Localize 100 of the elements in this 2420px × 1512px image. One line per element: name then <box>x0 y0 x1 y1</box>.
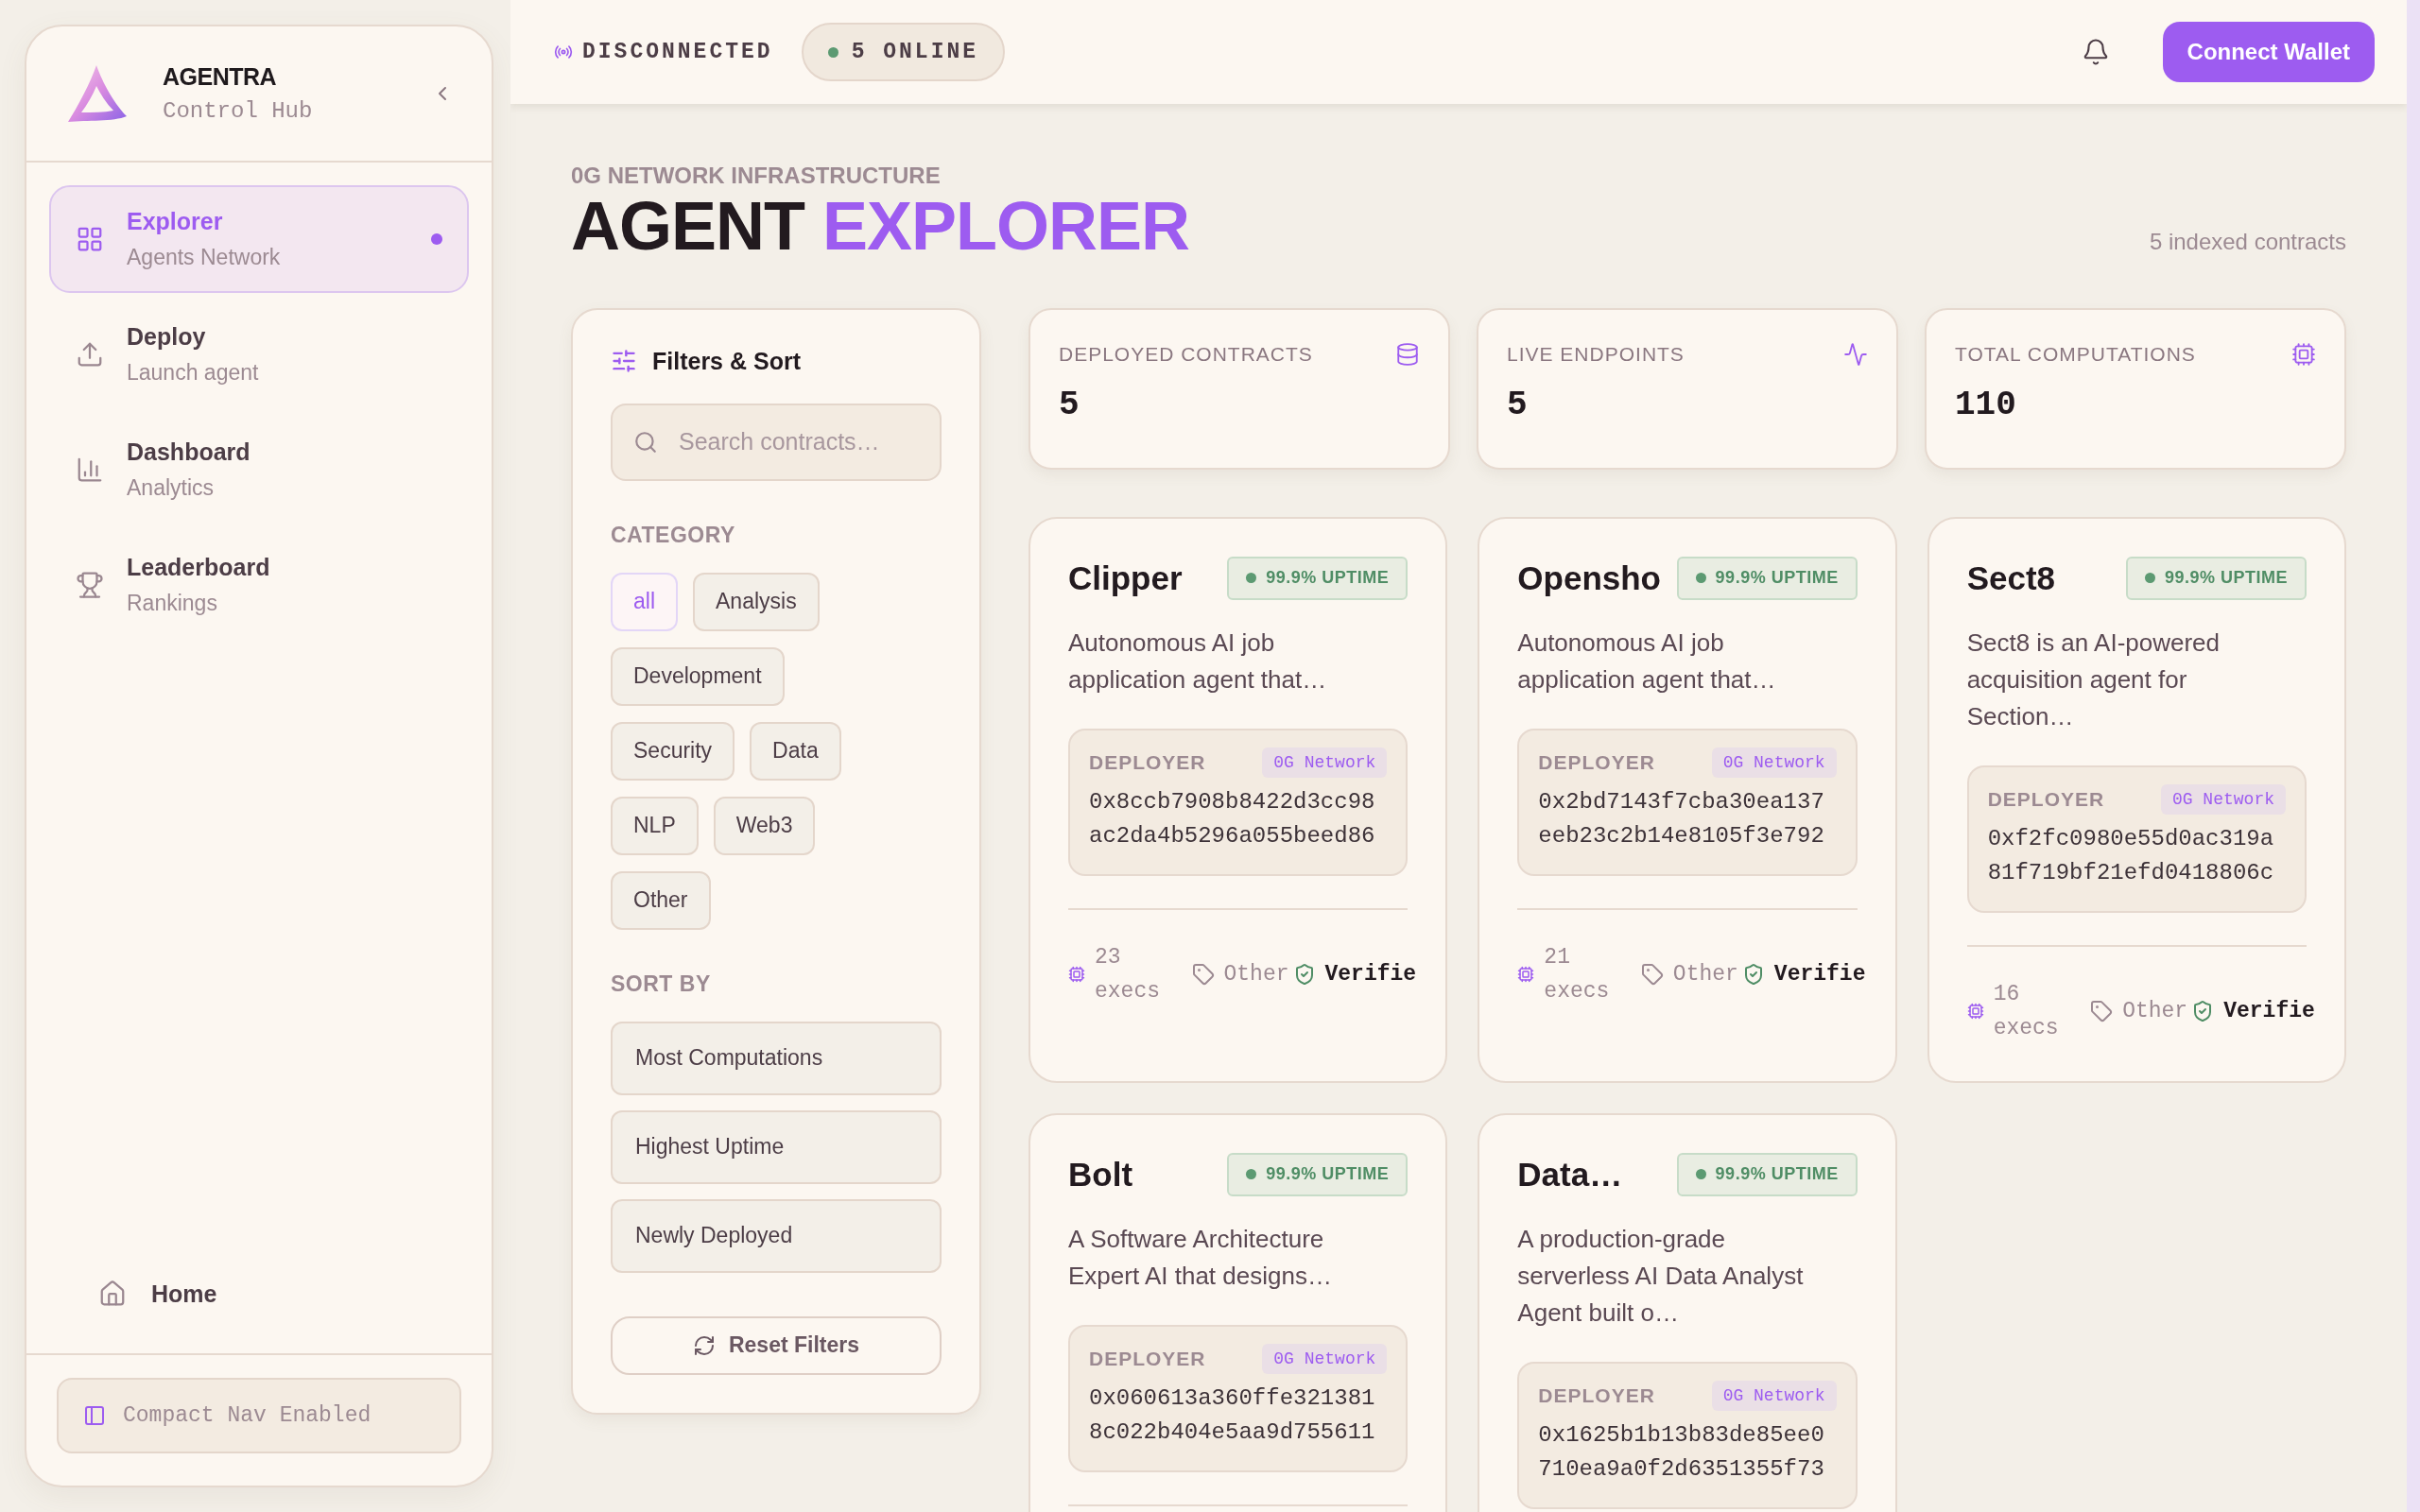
uptime-badge: 99.9% UPTIME <box>1227 556 1409 600</box>
network-tag: 0G Network <box>1711 747 1837 778</box>
network-tag: 0G Network <box>1711 1380 1837 1411</box>
page-eyebrow: 0G NETWORK INFRASTRUCTURE <box>571 163 942 189</box>
chip-icon <box>1068 965 1085 983</box>
stat-value: 5 <box>1059 385 1080 424</box>
agent-card[interactable]: Bolt 99.9% UPTIME A Software Architecture Expert AI that designs… DEPLOYER 0G Network 0x060613a360ffe3213818c022b404e5aa9d755611 <box>1028 1112 1448 1512</box>
category-tag: Other <box>1223 961 1289 987</box>
tag-icon <box>2090 999 2114 1022</box>
contract-count: 5 indexed contracts <box>2149 228 2346 255</box>
agent-name: Opensho <box>1517 558 1661 597</box>
grid-icon <box>76 225 104 253</box>
nav-item[interactable]: Dashboard Analytics <box>49 416 469 524</box>
nav-sublabel: Rankings <box>127 591 218 616</box>
agent-card[interactable]: Sect8 99.9% UPTIME Sect8 is an AI-powered acquisition agent for Section… DEPLOYER 0G Network 0xf2fc0980e55d0ac319a81f719bf21efd0418806c 16 execs Other Verifie <box>1927 516 2346 1083</box>
agent-name: Clipper <box>1068 558 1183 597</box>
nav-item[interactable]: Deploy Launch agent <box>49 301 469 408</box>
deployer-label: DEPLOYER <box>1987 787 2105 811</box>
nav-label: Leaderboard <box>127 554 271 581</box>
section-label: CATEGORY <box>611 522 736 548</box>
nav-sublabel: Launch agent <box>127 360 260 386</box>
sort-option[interactable]: Highest Uptime <box>611 1109 942 1184</box>
network-tag: 0G Network <box>1262 747 1388 778</box>
uptime-badge: 99.9% UPTIME <box>2125 556 2307 600</box>
nav-sublabel: Analytics <box>127 475 216 501</box>
category-chip[interactable]: NLP <box>611 796 699 855</box>
database-icon <box>1395 341 1420 367</box>
verified-label: Verifie <box>2223 998 2315 1023</box>
agent-name: Data… <box>1517 1155 1623 1194</box>
exec-count: 16 execs <box>1993 980 2060 1042</box>
brand-name: AGENTRA <box>163 63 278 91</box>
connect-wallet-button[interactable]: Connect Wallet <box>2162 22 2375 82</box>
panel-icon <box>83 1404 106 1427</box>
uptime-badge: 99.9% UPTIME <box>1676 556 1858 600</box>
deployer-address: 0xf2fc0980e55d0ac319a81f719bf21efd0418806c <box>1987 824 2274 887</box>
chip-icon <box>1966 1002 1984 1020</box>
network-tag: 0G Network <box>1262 1343 1388 1374</box>
category-chip[interactable]: Other <box>611 870 711 930</box>
verified-label: Verifie <box>1773 961 1866 987</box>
uptime-badge: 99.9% UPTIME <box>1227 1152 1409 1196</box>
home-icon <box>98 1280 127 1308</box>
exec-count: 21 execs <box>1544 943 1611 1005</box>
agent-card[interactable]: Clipper 99.9% UPTIME Autonomous AI job application agent that… DEPLOYER 0G Network 0x8ccb7908b8422d3cc98ac2da4b5296a055beed86 23 execs Other Verifie <box>1028 516 1448 1083</box>
nav-sublabel: Agents Network <box>127 245 282 270</box>
deployer-label: DEPLOYER <box>1538 750 1655 774</box>
deployer-address: 0x8ccb7908b8422d3cc98ac2da4b5296a055beed86 <box>1089 787 1375 850</box>
agent-card[interactable]: Opensho 99.9% UPTIME Autonomous AI job application agent that… DEPLOYER 0G Network 0x2bd7143f7cba30ea137eeb23c2b14e8105f3e792 21 execs Other Verifie <box>1478 516 1897 1083</box>
category-chip[interactable]: Data <box>750 721 841 781</box>
category-chip[interactable]: Web3 <box>713 796 816 855</box>
nav-label: Dashboard <box>127 438 251 466</box>
brand-subtitle: Control Hub <box>163 98 314 124</box>
signal-icon <box>554 43 573 61</box>
pulse-icon <box>1843 341 1868 367</box>
search-field[interactable]: Search contracts… <box>611 403 942 481</box>
bar-chart-icon <box>76 455 104 484</box>
agent-description: A production-grade serverless AI Data Analyst Agent built o… <box>1517 1223 1805 1329</box>
exec-count: 23 execs <box>1095 943 1161 1005</box>
deployer-label: DEPLOYER <box>1538 1383 1655 1407</box>
agent-description: Autonomous AI job application agent that… <box>1517 627 1777 696</box>
tag-icon <box>1191 962 1215 986</box>
online-badge: 5 ONLINE <box>801 23 1006 81</box>
deployer-address: 0x1625b1b13b83de85ee0710ea9a0f2d6351355f73 <box>1538 1420 1824 1484</box>
active-dot <box>431 233 442 245</box>
sort-option[interactable]: Most Computations <box>611 1021 942 1095</box>
agent-card[interactable]: Data… 99.9% UPTIME A production-grade serverless AI Data Analyst Agent built o… DEPLOYER 0G Network 0x1625b1b13b83de85ee0710ea9a0f2d6351355f73 <box>1478 1112 1897 1512</box>
category-chip[interactable]: Security <box>611 721 735 781</box>
refresh-icon <box>692 1333 716 1357</box>
nav-item[interactable]: Leaderboard Rankings <box>49 531 469 639</box>
page-title: AGENT EXPLORER <box>571 191 1190 263</box>
deployer-label: DEPLOYER <box>1089 750 1206 774</box>
chip-icon <box>2291 341 2316 367</box>
agent-description: A Software Architecture Expert AI that designs… <box>1068 1223 1333 1292</box>
deployer-address: 0x2bd7143f7cba30ea137eeb23c2b14e8105f3e792 <box>1538 787 1824 850</box>
deployer-address: 0x060613a360ffe3213818c022b404e5aa9d755611 <box>1089 1383 1375 1447</box>
agent-name: Sect8 <box>1966 558 2056 597</box>
agent-description: Sect8 is an AI-powered acquisition agent for Section… <box>1966 627 2221 732</box>
deployer-label: DEPLOYER <box>1089 1347 1206 1370</box>
tag-icon <box>1640 962 1664 986</box>
category-chip[interactable]: Development <box>611 646 785 706</box>
sliders-icon <box>611 348 637 375</box>
trophy-icon <box>76 571 104 599</box>
nav-label: Deploy <box>127 323 207 351</box>
agent-description: Autonomous AI job application agent that… <box>1068 627 1328 696</box>
panel-title: Filters & Sort <box>652 347 801 375</box>
category-chip[interactable]: Analysis <box>693 572 820 631</box>
connection-status: DISCONNECTED <box>582 40 773 64</box>
stat-label: DEPLOYED CONTRACTS <box>1059 342 1313 366</box>
category-chip[interactable]: all <box>611 572 678 631</box>
sort-option[interactable]: Newly Deployed <box>611 1198 942 1273</box>
home-link[interactable]: Home <box>151 1280 217 1308</box>
agent-name: Bolt <box>1068 1155 1133 1194</box>
stat-value: 5 <box>1507 385 1529 424</box>
stat-value: 110 <box>1955 385 2017 424</box>
network-tag: 0G Network <box>2160 783 2286 815</box>
section-label: SORT BY <box>611 971 712 997</box>
category-tag: Other <box>2122 998 2188 1023</box>
reset-filters-button[interactable]: Reset Filters <box>611 1315 942 1375</box>
chip-icon <box>1517 965 1535 983</box>
category-tag: Other <box>1672 961 1738 987</box>
search-icon <box>633 429 658 455</box>
